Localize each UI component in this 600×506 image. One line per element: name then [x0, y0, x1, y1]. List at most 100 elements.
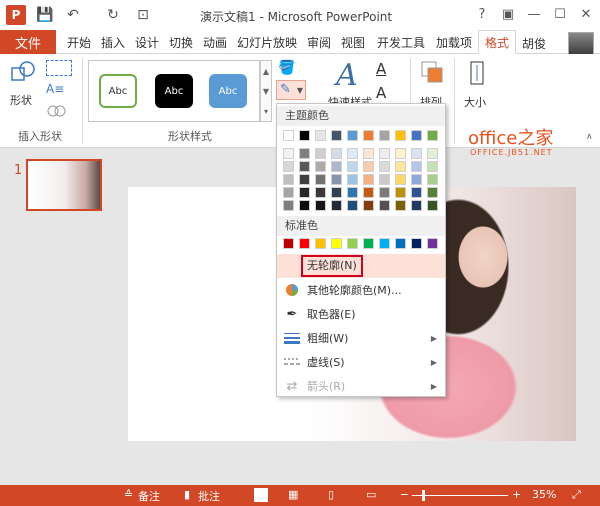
arrange-icon[interactable] [420, 60, 444, 86]
theme-shade-swatch[interactable] [427, 200, 438, 211]
gallery-more-icon[interactable]: ▾ [264, 107, 268, 116]
theme-shade-swatch[interactable] [299, 200, 310, 211]
size-icon[interactable] [466, 60, 488, 86]
comments-button[interactable]: 批注 [198, 488, 220, 504]
comments-icon[interactable]: ▮ [184, 488, 190, 501]
fit-slide-icon[interactable]: ⤢ [572, 488, 581, 502]
tab-insert[interactable]: 插入 [98, 30, 128, 54]
theme-color-swatch[interactable] [283, 130, 294, 141]
theme-shade-swatch[interactable] [347, 148, 358, 159]
theme-color-swatch[interactable] [379, 130, 390, 141]
notes-icon[interactable]: ≙ [124, 488, 133, 501]
theme-color-swatch[interactable] [363, 130, 374, 141]
theme-shade-swatch[interactable] [283, 161, 294, 172]
standard-color-swatch[interactable] [363, 238, 374, 249]
tab-transitions[interactable]: 切换 [166, 30, 196, 54]
theme-shade-swatch[interactable] [427, 187, 438, 198]
theme-shade-swatch[interactable] [315, 161, 326, 172]
gallery-scroller[interactable]: ▲ ▼ ▾ [260, 60, 272, 122]
scroll-down-icon[interactable]: ▼ [263, 87, 269, 96]
zoom-slider-thumb[interactable] [422, 490, 425, 501]
theme-shade-swatch[interactable] [363, 174, 374, 185]
standard-color-swatch[interactable] [347, 238, 358, 249]
theme-color-swatch[interactable] [331, 130, 342, 141]
theme-shade-swatch[interactable] [395, 174, 406, 185]
theme-shade-swatch[interactable] [411, 161, 422, 172]
theme-shade-swatch[interactable] [363, 187, 374, 198]
text-box-icon[interactable]: A≡ [46, 82, 72, 96]
tab-slideshow[interactable]: 幻灯片放映 [234, 30, 300, 54]
standard-color-swatch[interactable] [283, 238, 294, 249]
theme-shade-swatch[interactable] [299, 174, 310, 185]
text-outline-icon[interactable]: A [376, 84, 386, 102]
save-icon[interactable]: 💾 [36, 6, 54, 24]
shapes-icon[interactable] [10, 60, 38, 86]
ribbon-display-options-icon[interactable]: ▣ [496, 4, 520, 24]
theme-shade-swatch[interactable] [315, 187, 326, 198]
text-fill-icon[interactable]: A [376, 60, 386, 78]
tab-addins[interactable]: 加载项 [432, 30, 476, 54]
theme-shade-swatch[interactable] [331, 161, 342, 172]
shape-outline-button[interactable]: ✎ ▼ [276, 80, 306, 100]
theme-shade-swatch[interactable] [379, 187, 390, 198]
theme-shade-swatch[interactable] [283, 148, 294, 159]
tab-animations[interactable]: 动画 [200, 30, 230, 54]
theme-shade-swatch[interactable] [315, 200, 326, 211]
theme-color-swatch[interactable] [427, 130, 438, 141]
theme-shade-swatch[interactable] [283, 200, 294, 211]
standard-color-swatch[interactable] [299, 238, 310, 249]
theme-shade-swatch[interactable] [427, 148, 438, 159]
tab-design[interactable]: 设计 [132, 30, 162, 54]
shape-style-blue[interactable]: Abc [209, 74, 247, 108]
theme-shade-swatch[interactable] [347, 200, 358, 211]
shape-style-outline[interactable]: Abc [99, 74, 137, 108]
theme-shade-swatch[interactable] [299, 187, 310, 198]
standard-color-swatch[interactable] [395, 238, 406, 249]
edit-shape-icon[interactable] [46, 60, 72, 76]
more-outline-colors-item[interactable]: 其他轮廓颜色(M)... [277, 278, 445, 302]
notes-button[interactable]: 备注 [138, 488, 160, 504]
theme-shade-swatch[interactable] [411, 200, 422, 211]
size-button[interactable]: 大小 [464, 94, 486, 110]
theme-shade-swatch[interactable] [411, 148, 422, 159]
undo-icon[interactable]: ↶ [64, 6, 82, 24]
theme-shade-swatch[interactable] [427, 161, 438, 172]
theme-color-swatch[interactable] [347, 130, 358, 141]
standard-color-swatch[interactable] [379, 238, 390, 249]
zoom-slider[interactable] [412, 495, 508, 496]
wordart-quick-styles-icon[interactable]: A [336, 58, 358, 93]
theme-shade-swatch[interactable] [379, 161, 390, 172]
theme-shade-swatch[interactable] [283, 187, 294, 198]
slideshow-view-icon[interactable]: ▭ [366, 488, 376, 501]
shapes-button[interactable]: 形状 [10, 92, 32, 108]
dashes-item[interactable]: 虚线(S) ▶ [277, 350, 445, 374]
zoom-level[interactable]: 35% [532, 488, 556, 501]
theme-shade-swatch[interactable] [411, 174, 422, 185]
theme-shade-swatch[interactable] [331, 148, 342, 159]
shape-fill-icon[interactable]: 🪣 [278, 60, 295, 76]
theme-shade-swatch[interactable] [347, 161, 358, 172]
theme-shade-swatch[interactable] [395, 161, 406, 172]
tab-review[interactable]: 审阅 [304, 30, 334, 54]
shape-style-black[interactable]: Abc [155, 74, 193, 108]
close-button[interactable]: ✕ [574, 4, 598, 24]
theme-shade-swatch[interactable] [379, 200, 390, 211]
weight-item[interactable]: 粗细(W) ▶ [277, 326, 445, 350]
tab-home[interactable]: 开始 [62, 30, 96, 54]
eyedropper-item[interactable]: ✒ 取色器(E) [277, 302, 445, 326]
tab-developer[interactable]: 开发工具 [372, 30, 430, 54]
maximize-button[interactable]: ☐ [548, 4, 572, 24]
tab-view[interactable]: 视图 [338, 30, 368, 54]
presenter-icon[interactable]: ⊡ [134, 6, 152, 24]
theme-color-swatch[interactable] [299, 130, 310, 141]
theme-shade-swatch[interactable] [331, 174, 342, 185]
theme-shade-swatch[interactable] [395, 200, 406, 211]
scroll-up-icon[interactable]: ▲ [263, 67, 269, 76]
theme-shade-swatch[interactable] [299, 161, 310, 172]
theme-color-swatch[interactable] [411, 130, 422, 141]
theme-shade-swatch[interactable] [299, 148, 310, 159]
slide-thumbnail[interactable] [26, 159, 102, 211]
theme-shade-swatch[interactable] [379, 174, 390, 185]
theme-shade-swatch[interactable] [315, 174, 326, 185]
zoom-in-button[interactable]: + [512, 488, 521, 501]
